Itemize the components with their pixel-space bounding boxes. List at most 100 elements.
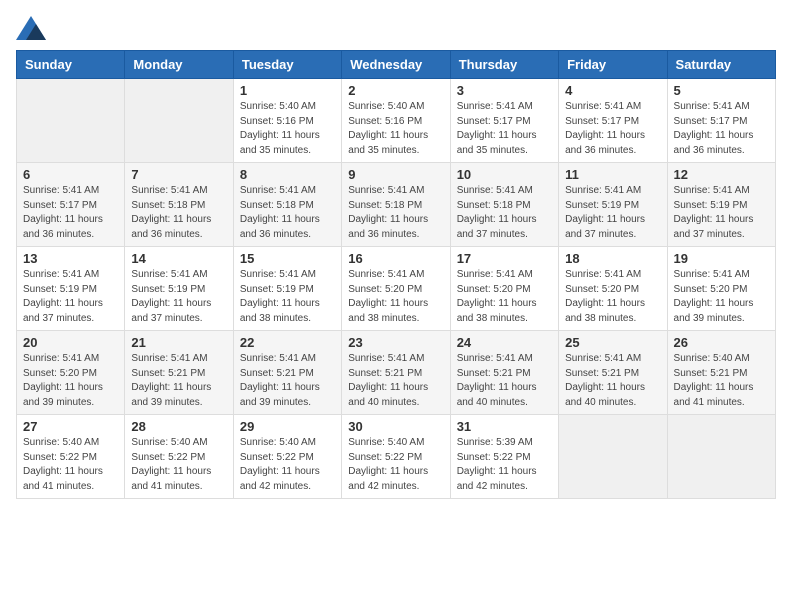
cell-content: Sunrise: 5:41 AMSunset: 5:17 PMDaylight:…: [674, 100, 769, 158]
cell-content: Sunrise: 5:41 AMSunset: 5:17 PMDaylight:…: [457, 100, 552, 158]
calendar-cell: 16 Sunrise: 5:41 AMSunset: 5:20 PMDayligh…: [342, 247, 450, 331]
calendar-cell: [125, 79, 233, 163]
day-number: 24: [457, 335, 552, 350]
calendar-cell: [559, 415, 667, 499]
cell-content: Sunrise: 5:40 AMSunset: 5:21 PMDaylight:…: [674, 352, 769, 410]
calendar-cell: 3Sunrise: 5:41 AMSunset: 5:17 PMDaylight…: [450, 79, 558, 163]
calendar-cell: 23 Sunrise: 5:41 AMSunset: 5:21 PMDayligh…: [342, 331, 450, 415]
cell-content: Sunrise: 5:41 AMSunset: 5:20 PMDaylight:…: [674, 268, 769, 326]
calendar-cell: 6 Sunrise: 5:41 AMSunset: 5:17 PMDaylight…: [17, 163, 125, 247]
cell-content: Sunrise: 5:41 AMSunset: 5:18 PMDaylight:…: [348, 184, 443, 242]
day-number: 25: [565, 335, 660, 350]
cell-content: Sunrise: 5:40 AMSunset: 5:22 PMDaylight:…: [23, 436, 118, 494]
day-number: 10: [457, 167, 552, 182]
day-number: 20: [23, 335, 118, 350]
calendar-cell: 18 Sunrise: 5:41 AMSunset: 5:20 PMDayligh…: [559, 247, 667, 331]
calendar-cell: [17, 79, 125, 163]
day-number: 21: [131, 335, 226, 350]
day-number: 16: [348, 251, 443, 266]
calendar-cell: 25Sunrise: 5:41 AMSunset: 5:21 PMDayligh…: [559, 331, 667, 415]
cell-content: Sunrise: 5:41 AMSunset: 5:18 PMDaylight:…: [240, 184, 335, 242]
cell-content: Sunrise: 5:41 AMSunset: 5:20 PMDaylight:…: [565, 268, 660, 326]
day-number: 31: [457, 419, 552, 434]
cell-content: Sunrise: 5:41 AMSunset: 5:19 PMDaylight:…: [565, 184, 660, 242]
header-day-friday: Friday: [559, 51, 667, 79]
cell-content: Sunrise: 5:41 AMSunset: 5:19 PMDaylight:…: [131, 268, 226, 326]
day-number: 6: [23, 167, 118, 182]
day-number: 11: [565, 167, 660, 182]
calendar-cell: [667, 415, 775, 499]
logo: [16, 16, 48, 38]
day-number: 27: [23, 419, 118, 434]
day-number: 8: [240, 167, 335, 182]
header-day-saturday: Saturday: [667, 51, 775, 79]
day-number: 29: [240, 419, 335, 434]
week-row-2: 13 Sunrise: 5:41 AMSunset: 5:19 PMDayligh…: [17, 247, 776, 331]
week-row-3: 20 Sunrise: 5:41 AMSunset: 5:20 PMDayligh…: [17, 331, 776, 415]
day-number: 13: [23, 251, 118, 266]
cell-content: Sunrise: 5:41 AMSunset: 5:18 PMDaylight:…: [131, 184, 226, 242]
calendar-cell: 24 Sunrise: 5:41 AMSunset: 5:21 PMDayligh…: [450, 331, 558, 415]
calendar-cell: 2Sunrise: 5:40 AMSunset: 5:16 PMDaylight…: [342, 79, 450, 163]
calendar-body: 1 Sunrise: 5:40 AMSunset: 5:16 PMDaylight…: [17, 79, 776, 499]
day-number: 4: [565, 83, 660, 98]
week-row-0: 1 Sunrise: 5:40 AMSunset: 5:16 PMDaylight…: [17, 79, 776, 163]
cell-content: Sunrise: 5:41 AMSunset: 5:21 PMDaylight:…: [240, 352, 335, 410]
day-number: 12: [674, 167, 769, 182]
header-day-thursday: Thursday: [450, 51, 558, 79]
page-header: [16, 16, 776, 38]
cell-content: Sunrise: 5:39 AMSunset: 5:22 PMDaylight:…: [457, 436, 552, 494]
day-number: 14: [131, 251, 226, 266]
week-row-4: 27 Sunrise: 5:40 AMSunset: 5:22 PMDayligh…: [17, 415, 776, 499]
cell-content: Sunrise: 5:41 AMSunset: 5:21 PMDaylight:…: [348, 352, 443, 410]
day-number: 18: [565, 251, 660, 266]
cell-content: Sunrise: 5:41 AMSunset: 5:21 PMDaylight:…: [457, 352, 552, 410]
calendar-cell: 28Sunrise: 5:40 AMSunset: 5:22 PMDayligh…: [125, 415, 233, 499]
cell-content: Sunrise: 5:41 AMSunset: 5:20 PMDaylight:…: [23, 352, 118, 410]
calendar-cell: 7 Sunrise: 5:41 AMSunset: 5:18 PMDaylight…: [125, 163, 233, 247]
calendar-cell: 5 Sunrise: 5:41 AMSunset: 5:17 PMDaylight…: [667, 79, 775, 163]
cell-content: Sunrise: 5:40 AMSunset: 5:22 PMDaylight:…: [240, 436, 335, 494]
header-day-tuesday: Tuesday: [233, 51, 341, 79]
header-row: SundayMondayTuesdayWednesdayThursdayFrid…: [17, 51, 776, 79]
calendar-cell: 14 Sunrise: 5:41 AMSunset: 5:19 PMDayligh…: [125, 247, 233, 331]
calendar-cell: 9Sunrise: 5:41 AMSunset: 5:18 PMDaylight…: [342, 163, 450, 247]
calendar-cell: 21 Sunrise: 5:41 AMSunset: 5:21 PMDayligh…: [125, 331, 233, 415]
day-number: 19: [674, 251, 769, 266]
cell-content: Sunrise: 5:41 AMSunset: 5:20 PMDaylight:…: [348, 268, 443, 326]
day-number: 22: [240, 335, 335, 350]
day-number: 5: [674, 83, 769, 98]
cell-content: Sunrise: 5:41 AMSunset: 5:17 PMDaylight:…: [23, 184, 118, 242]
calendar-cell: 12 Sunrise: 5:41 AMSunset: 5:19 PMDayligh…: [667, 163, 775, 247]
calendar-header: SundayMondayTuesdayWednesdayThursdayFrid…: [17, 51, 776, 79]
cell-content: Sunrise: 5:41 AMSunset: 5:21 PMDaylight:…: [131, 352, 226, 410]
header-day-monday: Monday: [125, 51, 233, 79]
cell-content: Sunrise: 5:41 AMSunset: 5:19 PMDaylight:…: [674, 184, 769, 242]
calendar-cell: 20 Sunrise: 5:41 AMSunset: 5:20 PMDayligh…: [17, 331, 125, 415]
day-number: 17: [457, 251, 552, 266]
cell-content: Sunrise: 5:41 AMSunset: 5:20 PMDaylight:…: [457, 268, 552, 326]
calendar-cell: 27 Sunrise: 5:40 AMSunset: 5:22 PMDayligh…: [17, 415, 125, 499]
calendar-cell: 22 Sunrise: 5:41 AMSunset: 5:21 PMDayligh…: [233, 331, 341, 415]
day-number: 1: [240, 83, 335, 98]
calendar-table: SundayMondayTuesdayWednesdayThursdayFrid…: [16, 50, 776, 499]
day-number: 23: [348, 335, 443, 350]
calendar-cell: 8 Sunrise: 5:41 AMSunset: 5:18 PMDaylight…: [233, 163, 341, 247]
calendar-cell: 30Sunrise: 5:40 AMSunset: 5:22 PMDayligh…: [342, 415, 450, 499]
day-number: 30: [348, 419, 443, 434]
day-number: 7: [131, 167, 226, 182]
cell-content: Sunrise: 5:40 AMSunset: 5:16 PMDaylight:…: [348, 100, 443, 158]
calendar-cell: 19 Sunrise: 5:41 AMSunset: 5:20 PMDayligh…: [667, 247, 775, 331]
cell-content: Sunrise: 5:41 AMSunset: 5:19 PMDaylight:…: [240, 268, 335, 326]
calendar-cell: 13 Sunrise: 5:41 AMSunset: 5:19 PMDayligh…: [17, 247, 125, 331]
calendar-cell: 29 Sunrise: 5:40 AMSunset: 5:22 PMDayligh…: [233, 415, 341, 499]
cell-content: Sunrise: 5:40 AMSunset: 5:22 PMDaylight:…: [131, 436, 226, 494]
calendar-cell: 4Sunrise: 5:41 AMSunset: 5:17 PMDaylight…: [559, 79, 667, 163]
calendar-cell: 26Sunrise: 5:40 AMSunset: 5:21 PMDayligh…: [667, 331, 775, 415]
day-number: 15: [240, 251, 335, 266]
cell-content: Sunrise: 5:41 AMSunset: 5:19 PMDaylight:…: [23, 268, 118, 326]
cell-content: Sunrise: 5:40 AMSunset: 5:16 PMDaylight:…: [240, 100, 335, 158]
calendar-cell: 15 Sunrise: 5:41 AMSunset: 5:19 PMDayligh…: [233, 247, 341, 331]
calendar-cell: 17 Sunrise: 5:41 AMSunset: 5:20 PMDayligh…: [450, 247, 558, 331]
header-day-wednesday: Wednesday: [342, 51, 450, 79]
